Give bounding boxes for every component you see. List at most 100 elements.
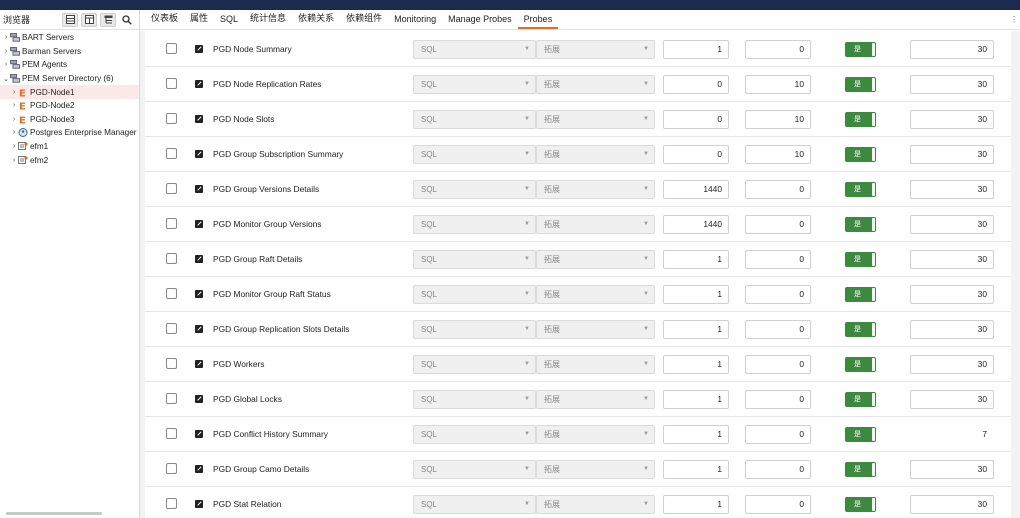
minutes-input[interactable]: 0 xyxy=(745,425,811,444)
enabled-toggle[interactable]: 是 xyxy=(845,252,876,267)
retention-input[interactable]: 30 xyxy=(910,460,994,479)
collection-method-select[interactable]: SQL ▼ xyxy=(413,250,536,269)
enabled-toggle[interactable]: 是 xyxy=(845,497,876,512)
retention-input[interactable]: 30 xyxy=(910,355,994,374)
chevron-right-icon[interactable]: › xyxy=(2,61,10,68)
interval-input[interactable]: 1440 xyxy=(663,180,729,199)
enabled-toggle[interactable]: 是 xyxy=(845,322,876,337)
edit-icon[interactable] xyxy=(195,150,203,158)
interval-input[interactable]: 1 xyxy=(663,250,729,269)
chevron-right-icon[interactable]: › xyxy=(10,157,18,164)
interval-input[interactable]: 0 xyxy=(663,110,729,129)
collection-method-select[interactable]: SQL ▼ xyxy=(413,320,536,339)
enabled-toggle[interactable]: 是 xyxy=(845,357,876,372)
enabled-toggle[interactable]: 是 xyxy=(845,42,876,57)
retention-input[interactable]: 30 xyxy=(910,390,994,409)
minutes-input[interactable]: 0 xyxy=(745,215,811,234)
retention-input[interactable]: 30 xyxy=(910,40,994,59)
minutes-input[interactable]: 0 xyxy=(745,285,811,304)
minutes-input[interactable]: 0 xyxy=(745,355,811,374)
tree-item[interactable]: › efm2 xyxy=(0,153,139,167)
edit-icon[interactable] xyxy=(195,500,203,508)
tree-item[interactable]: › BART Servers xyxy=(0,31,139,45)
target-type-select[interactable]: 拓展 ▼ xyxy=(536,460,655,479)
chevron-right-icon[interactable]: › xyxy=(10,143,18,150)
collection-method-select[interactable]: SQL ▼ xyxy=(413,495,536,514)
edit-icon[interactable] xyxy=(195,430,203,438)
chevron-right-icon[interactable]: › xyxy=(2,34,10,41)
target-type-select[interactable]: 拓展 ▼ xyxy=(536,250,655,269)
tree-horizontal-scrollbar[interactable] xyxy=(6,512,102,515)
tab-monitoring[interactable]: Monitoring xyxy=(388,14,442,29)
minutes-input[interactable]: 10 xyxy=(745,145,811,164)
tree-item[interactable]: ⌄ PEM Server Directory (6) xyxy=(0,72,139,86)
retention-input[interactable]: 30 xyxy=(910,110,994,129)
minutes-input[interactable]: 0 xyxy=(745,495,811,514)
enabled-toggle[interactable]: 是 xyxy=(845,182,876,197)
row-checkbox[interactable] xyxy=(166,323,177,334)
search-icon[interactable] xyxy=(119,12,135,27)
row-checkbox[interactable] xyxy=(166,358,177,369)
retention-input[interactable]: 30 xyxy=(910,145,994,164)
target-type-select[interactable]: 拓展 ▼ xyxy=(536,355,655,374)
chevron-right-icon[interactable]: › xyxy=(10,89,18,96)
tree-icon[interactable] xyxy=(100,12,116,27)
edit-icon[interactable] xyxy=(195,325,203,333)
minutes-input[interactable]: 0 xyxy=(745,390,811,409)
row-checkbox[interactable] xyxy=(166,78,177,89)
interval-input[interactable]: 1 xyxy=(663,355,729,374)
tab-依赖关系[interactable]: 依赖关系 xyxy=(292,11,340,29)
edit-icon[interactable] xyxy=(195,255,203,263)
chevron-down-icon[interactable]: ⌄ xyxy=(2,75,10,83)
enabled-toggle[interactable]: 是 xyxy=(845,77,876,92)
enabled-toggle[interactable]: 是 xyxy=(845,112,876,127)
collection-method-select[interactable]: SQL ▼ xyxy=(413,75,536,94)
target-type-select[interactable]: 拓展 ▼ xyxy=(536,145,655,164)
target-type-select[interactable]: 拓展 ▼ xyxy=(536,75,655,94)
collection-method-select[interactable]: SQL ▼ xyxy=(413,390,536,409)
tree-item[interactable]: › PEM Agents xyxy=(0,58,139,72)
enabled-toggle[interactable]: 是 xyxy=(845,217,876,232)
tree-item[interactable]: › Barman Servers xyxy=(0,45,139,59)
target-type-select[interactable]: 拓展 ▼ xyxy=(536,110,655,129)
collection-method-select[interactable]: SQL ▼ xyxy=(413,215,536,234)
chevron-right-icon[interactable]: › xyxy=(2,48,10,55)
enabled-toggle[interactable]: 是 xyxy=(845,147,876,162)
target-type-select[interactable]: 拓展 ▼ xyxy=(536,495,655,514)
tree-item[interactable]: › Postgres Enterprise Manager xyxy=(0,126,139,140)
row-checkbox[interactable] xyxy=(166,148,177,159)
interval-input[interactable]: 1 xyxy=(663,495,729,514)
interval-input[interactable]: 1 xyxy=(663,285,729,304)
target-type-select[interactable]: 拓展 ▼ xyxy=(536,40,655,59)
tab-统计信息[interactable]: 统计信息 xyxy=(244,11,292,29)
edit-icon[interactable] xyxy=(195,465,203,473)
interval-input[interactable]: 0 xyxy=(663,75,729,94)
edit-icon[interactable] xyxy=(195,80,203,88)
tab-仪表板[interactable]: 仪表板 xyxy=(145,11,184,29)
collection-method-select[interactable]: SQL ▼ xyxy=(413,285,536,304)
retention-input[interactable]: 30 xyxy=(910,495,994,514)
target-type-select[interactable]: 拓展 ▼ xyxy=(536,425,655,444)
row-checkbox[interactable] xyxy=(166,253,177,264)
retention-input[interactable]: 30 xyxy=(910,320,994,339)
row-checkbox[interactable] xyxy=(166,498,177,509)
interval-input[interactable]: 1440 xyxy=(663,215,729,234)
retention-input[interactable]: 7 xyxy=(910,425,994,444)
minutes-input[interactable]: 0 xyxy=(745,40,811,59)
interval-input[interactable]: 0 xyxy=(663,145,729,164)
edit-icon[interactable] xyxy=(195,360,203,368)
collection-method-select[interactable]: SQL ▼ xyxy=(413,110,536,129)
row-checkbox[interactable] xyxy=(166,113,177,124)
edit-icon[interactable] xyxy=(195,115,203,123)
tab-依赖组件[interactable]: 依赖组件 xyxy=(340,11,388,29)
edit-icon[interactable] xyxy=(195,220,203,228)
collection-method-select[interactable]: SQL ▼ xyxy=(413,180,536,199)
db-grid-icon[interactable] xyxy=(62,12,78,27)
chevron-right-icon[interactable]: › xyxy=(10,116,18,123)
target-type-select[interactable]: 拓展 ▼ xyxy=(536,285,655,304)
row-checkbox[interactable] xyxy=(166,428,177,439)
retention-input[interactable]: 30 xyxy=(910,180,994,199)
row-checkbox[interactable] xyxy=(166,43,177,54)
table-icon[interactable] xyxy=(81,12,97,27)
collection-method-select[interactable]: SQL ▼ xyxy=(413,40,536,59)
